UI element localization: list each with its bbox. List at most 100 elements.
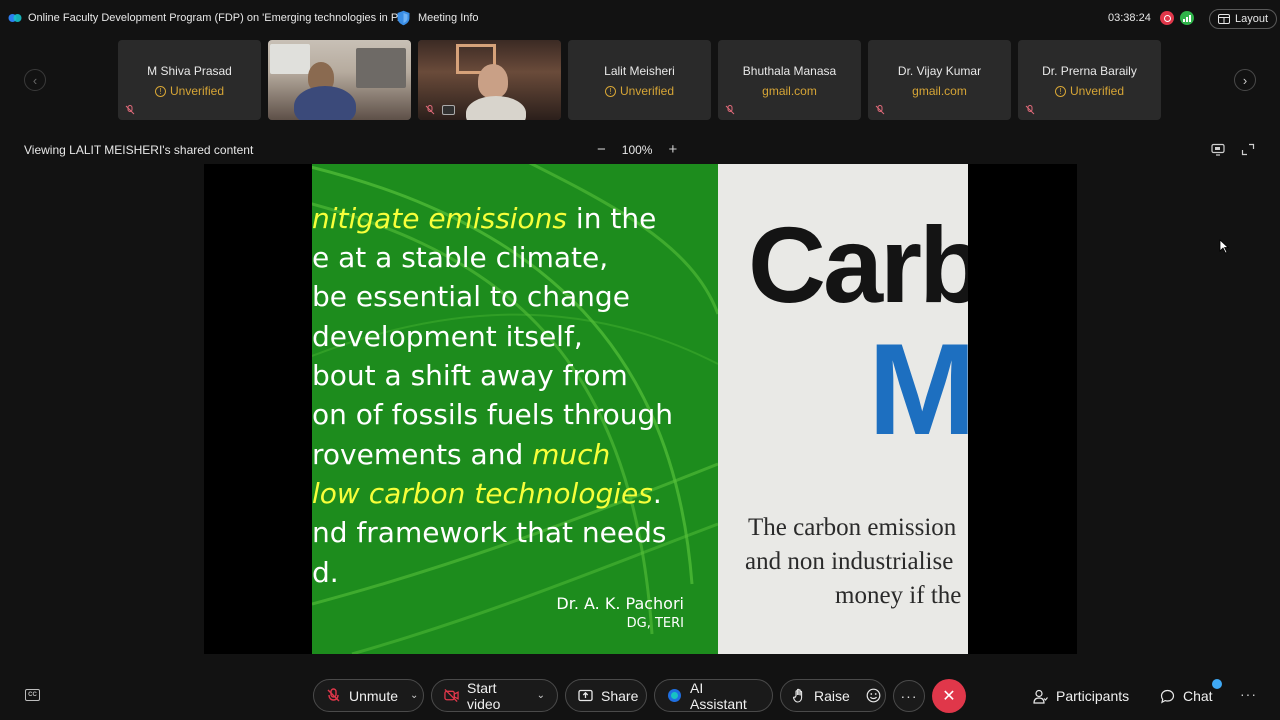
participant-status-text: gmail.com (762, 84, 817, 98)
slide-text: . (652, 477, 662, 510)
warning-icon: ! (154, 85, 166, 97)
chat-button[interactable]: Chat (1160, 688, 1213, 704)
chevron-down-icon[interactable]: ⌄ (537, 690, 545, 701)
more-panels-button[interactable]: ··· (1240, 686, 1257, 702)
meeting-timer: 03:38:24 (1108, 12, 1151, 24)
unmute-button[interactable]: Unmute ⌄ (313, 679, 424, 712)
mic-muted-icon (125, 105, 135, 115)
zoom-out-button[interactable]: − (597, 142, 606, 157)
start-video-button[interactable]: Start video ⌄ (431, 679, 558, 712)
participant-tile[interactable]: M Shiva Prasad ! Unverified (118, 40, 261, 120)
mic-muted-icon (1025, 105, 1035, 115)
chevron-down-icon[interactable]: ⌄ (410, 690, 418, 701)
recording-icon[interactable] (1160, 11, 1174, 25)
slide-text-line: development itself, (312, 320, 583, 353)
meeting-info-button[interactable]: Meeting Info (396, 10, 479, 26)
participants-label: Participants (1056, 688, 1130, 704)
slide-text-line: on of fossils fuels through (312, 398, 673, 431)
strip-prev-button[interactable]: ‹ (24, 69, 46, 91)
slide-text-line: rovements and much (312, 438, 610, 471)
zoom-in-button[interactable]: + (668, 142, 677, 157)
participant-tile[interactable]: Dr. Prerna Baraily ! Unverified (1018, 40, 1161, 120)
share-label: Share (601, 687, 639, 704)
newspaper-headline: Carb (748, 204, 968, 325)
meeting-info-label: Meeting Info (418, 12, 479, 24)
participant-status-text: Unverified (619, 84, 675, 98)
network-health-icon[interactable] (1180, 11, 1194, 25)
slide-text-line: d. (312, 556, 339, 589)
participant-name: Dr. Vijay Kumar (897, 64, 982, 78)
zoom-level: 100% (621, 143, 653, 157)
chat-icon (1160, 689, 1175, 703)
screen-share-indicator-icon (442, 105, 455, 115)
participant-status: ! Unverified (118, 84, 261, 98)
layout-button[interactable]: Layout (1209, 9, 1278, 29)
leave-meeting-button[interactable]: ✕ (932, 679, 966, 713)
closed-captions-icon[interactable]: CC (25, 689, 40, 701)
warning-icon: ! (604, 85, 616, 97)
newspaper-text: money if the (835, 582, 962, 609)
webex-logo-icon (8, 14, 22, 22)
chevron-right-icon: › (1242, 72, 1248, 88)
slide-text: in the (567, 202, 657, 235)
participants-button[interactable]: Participants (1033, 688, 1129, 704)
slide-text: rovements and (312, 438, 533, 471)
unmute-label: Unmute (349, 687, 399, 704)
top-bar: Online Faculty Development Program (FDP)… (0, 0, 1280, 38)
participant-status-text: gmail.com (912, 84, 967, 98)
slide-author-org: DG, TERI (626, 616, 684, 631)
ai-assistant-button[interactable]: AI Assistant (654, 679, 773, 712)
slide-text-line: nitigate emissions in the (312, 202, 656, 235)
share-button[interactable]: Share (565, 679, 647, 712)
participant-status-text: Unverified (169, 84, 225, 98)
slide-highlight-text: much (532, 438, 611, 471)
chat-label: Chat (1183, 688, 1213, 704)
shared-screen[interactable]: nitigate emissions in the e at a stable … (204, 164, 1077, 654)
mic-muted-icon (326, 688, 341, 703)
participant-tile[interactable]: Bhuthala Manasa gmail.com (718, 40, 861, 120)
participant-name: Dr. Prerna Baraily (1042, 64, 1137, 78)
participants-icon (1033, 689, 1048, 704)
participant-name: Lalit Meisheri (604, 64, 675, 78)
slide-highlight-text: low carbon technologies (312, 477, 653, 510)
layout-label: Layout (1235, 13, 1269, 25)
reactions-icon[interactable] (866, 688, 881, 703)
participant-status: gmail.com (868, 84, 1011, 98)
fullscreen-icon[interactable] (1241, 143, 1255, 156)
newspaper-headline-blue: M (868, 316, 968, 462)
slide-text-line: be essential to change (312, 280, 630, 313)
slide-author: Dr. A. K. Pachori (556, 594, 684, 613)
hand-icon (793, 688, 806, 703)
slide-text-line: nd framework that needs (312, 516, 667, 549)
more-options-button[interactable]: ··· (893, 680, 925, 712)
close-icon: ✕ (942, 688, 956, 705)
participant-status-text: Unverified (1069, 84, 1125, 98)
newspaper-text: and non industrialise (745, 548, 954, 575)
video-background-shelf (356, 48, 406, 88)
participant-name: M Shiva Prasad (147, 64, 232, 78)
chat-notification-badge (1212, 679, 1222, 689)
participant-tile[interactable]: Lalit Meisheri ! Unverified (568, 40, 711, 120)
raise-hand-button[interactable]: Raise (780, 679, 886, 712)
participant-tile[interactable]: Dr. Vijay Kumar gmail.com (868, 40, 1011, 120)
participant-body (294, 86, 356, 120)
participant-name: Bhuthala Manasa (742, 64, 837, 78)
ai-assistant-label: AI Assistant (690, 679, 747, 712)
meeting-title: Online Faculty Development Program (FDP)… (28, 12, 406, 24)
participant-video-tile[interactable] (268, 40, 411, 120)
participant-face (478, 64, 508, 98)
strip-next-button[interactable]: › (1234, 69, 1256, 91)
newspaper-clipping: Carb M The carbon emission and non indus… (718, 164, 968, 654)
mic-muted-icon (425, 105, 435, 115)
mic-muted-icon (725, 105, 735, 115)
newspaper-text: The carbon emission (748, 514, 957, 541)
slide-panel: nitigate emissions in the e at a stable … (312, 164, 718, 654)
slide-text-line: bout a shift away from (312, 359, 628, 392)
slide-text-line: e at a stable climate, (312, 241, 609, 274)
raise-label: Raise (814, 687, 850, 704)
participant-video-tile[interactable] (418, 40, 561, 120)
pop-out-share-icon[interactable] (1211, 143, 1225, 156)
video-off-icon (444, 688, 459, 703)
video-background-window (270, 44, 310, 74)
start-video-label: Start video (467, 679, 501, 712)
